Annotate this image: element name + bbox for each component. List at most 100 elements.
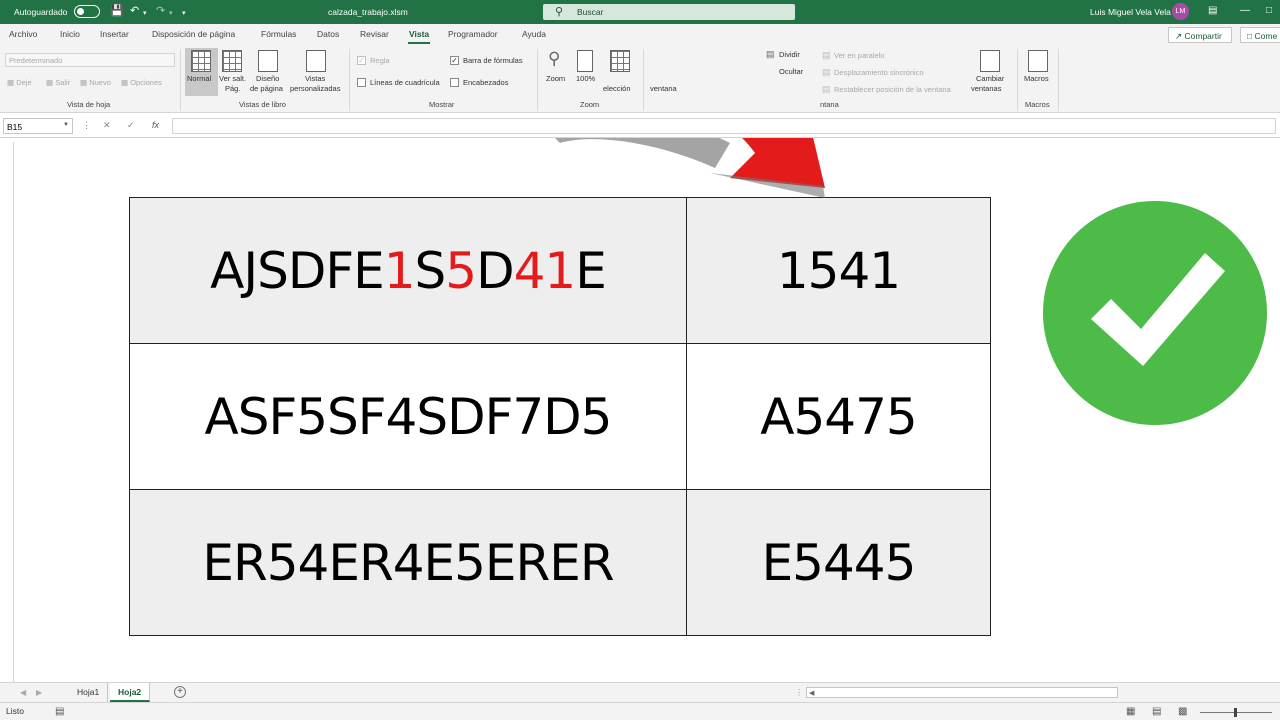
split-icon[interactable]: ▤ [766, 49, 775, 60]
page-break-icon[interactable] [222, 50, 242, 72]
highlight-digit: 1 [383, 241, 416, 300]
custom-views-label-2[interactable]: personalizadas [290, 84, 340, 93]
undo-dropdown-icon[interactable]: ▾ [143, 7, 147, 20]
sheet-tab-hoja2[interactable]: Hoja2 [110, 683, 151, 702]
name-box[interactable]: B15 ▼ [3, 118, 73, 134]
name-box-dropdown-icon[interactable]: ▼ [63, 122, 69, 128]
tab-revisar[interactable]: Revisar [360, 29, 389, 39]
ribbon-display-icon[interactable]: ▤ [1208, 5, 1217, 16]
scroll-left-icon[interactable]: ◀ [809, 689, 814, 697]
tab-split-icon[interactable]: ⋮ [795, 688, 803, 697]
formula-input[interactable] [172, 118, 1276, 134]
zoom-label[interactable]: Zoom [546, 74, 565, 83]
code-cell[interactable]: AJSDFE1S5D41E [129, 197, 687, 344]
group-label-window: ntana [820, 100, 839, 109]
keep-view-button[interactable]: ▦ Deje [7, 78, 32, 87]
redo-icon[interactable]: ↷ [156, 5, 165, 18]
side-by-side-label[interactable]: Ver en paralelo [834, 51, 884, 60]
page-layout-status-icon[interactable]: ▤ [1152, 706, 1161, 717]
sync-scroll-icon[interactable]: ▤ [822, 67, 831, 78]
tab-programador[interactable]: Programador [448, 29, 498, 39]
result-cell[interactable]: 1541 [686, 197, 991, 344]
reset-position-label[interactable]: Restablecer posición de la ventana [834, 85, 951, 94]
zoom-100-icon[interactable] [577, 50, 593, 72]
formula-bar-checkbox[interactable]: ✓ [450, 56, 459, 65]
save-icon[interactable]: 💾 [110, 5, 124, 18]
add-sheet-icon[interactable]: + [174, 686, 186, 698]
headings-checkbox[interactable] [450, 78, 459, 87]
code-cell[interactable]: ASF5SF4SDF7D5 [129, 343, 687, 490]
tab-disposicion[interactable]: Disposición de página [152, 29, 235, 39]
check-icon [1043, 201, 1267, 425]
split-label[interactable]: Dividir [779, 50, 800, 59]
horizontal-scrollbar[interactable]: ◀ [806, 687, 1118, 698]
autosave-toggle[interactable] [74, 5, 100, 18]
normal-view-label[interactable]: Normal [187, 74, 211, 83]
new-view-button[interactable]: ▦ Nuevo [80, 78, 111, 87]
insert-function-icon[interactable]: fx [152, 120, 159, 130]
custom-views-icon[interactable] [306, 50, 326, 72]
result-cell[interactable]: E5445 [686, 489, 991, 636]
page-break-label-2[interactable]: Pág. [225, 84, 240, 93]
avatar[interactable]: LM [1172, 3, 1189, 20]
hide-label[interactable]: Ocultar [779, 67, 803, 76]
custom-views-label-1[interactable]: Vistas [305, 74, 325, 83]
page-layout-label-2[interactable]: de página [250, 84, 283, 93]
search-box[interactable]: ⚲ Buscar [543, 4, 795, 20]
view-options-button[interactable]: ▦ Opciones [121, 78, 162, 87]
cancel-icon[interactable]: ✕ [103, 120, 111, 131]
worksheet[interactable]: AJSDFE1S5D41E 1541 ASF5SF4SDF7D5 A5475 E… [0, 138, 1280, 682]
tab-inicio[interactable]: Inicio [60, 29, 80, 39]
tab-formulas[interactable]: Fórmulas [261, 29, 296, 39]
enter-icon[interactable]: ✓ [127, 120, 135, 131]
user-name[interactable]: Luis Miguel Vela Vela [1090, 7, 1171, 17]
code-cell[interactable]: ER54ER4E5ERER [129, 489, 687, 636]
zoom-100-label[interactable]: 100% [576, 74, 595, 83]
zoom-icon[interactable]: ⚲ [548, 49, 560, 69]
customize-qat-icon[interactable]: ▾ [182, 7, 186, 20]
maximize-icon[interactable]: □ [1266, 5, 1272, 16]
page-break-label-1[interactable]: Ver salt. [219, 74, 246, 83]
result-cell[interactable]: A5475 [686, 343, 991, 490]
side-by-side-icon[interactable]: ▤ [822, 50, 831, 61]
macros-button-label[interactable]: Macros [1024, 74, 1049, 83]
share-button[interactable]: ↗ Compartir [1168, 27, 1232, 43]
normal-view-status-icon[interactable]: ▦ [1126, 706, 1135, 717]
sheet-view-select[interactable]: Predeterminado [5, 53, 175, 67]
macro-record-icon[interactable]: ▤ [55, 706, 64, 717]
exit-view-button[interactable]: ▦ Salir [46, 78, 70, 87]
switch-windows-icon[interactable] [980, 50, 1000, 72]
sheet-tab-hoja1[interactable]: Hoja1 [69, 683, 109, 702]
group-divider [537, 49, 538, 111]
status-text: Listo [6, 706, 24, 716]
reset-position-icon[interactable]: ▤ [822, 84, 831, 95]
ruler-checkbox[interactable]: ✓ [357, 56, 366, 65]
minimize-icon[interactable]: — [1240, 5, 1250, 16]
tab-ayuda[interactable]: Ayuda [522, 29, 546, 39]
macros-icon[interactable] [1028, 50, 1048, 72]
page-break-status-icon[interactable]: ▩ [1178, 706, 1187, 717]
tab-insertar[interactable]: Insertar [100, 29, 129, 39]
code-part: D [476, 241, 515, 300]
sync-scroll-label[interactable]: Desplazamiento sincrónico [834, 68, 924, 77]
comments-label: Come [1254, 31, 1278, 41]
status-bar: Listo ▤ ▦ ▤ ▩ [0, 702, 1280, 720]
redo-dropdown-icon[interactable]: ▾ [169, 7, 173, 20]
new-window-label[interactable]: ventana [650, 84, 677, 93]
switch-windows-label-1[interactable]: Cambiar [976, 74, 1004, 83]
comments-button[interactable]: □ Come [1240, 27, 1280, 43]
switch-windows-label-2[interactable]: ventanas [971, 84, 1001, 93]
gridlines-checkbox[interactable] [357, 78, 366, 87]
zoom-slider-thumb[interactable] [1234, 708, 1237, 717]
page-layout-label-1[interactable]: Diseño [256, 74, 279, 83]
undo-icon[interactable]: ↶ [130, 5, 139, 18]
prev-sheet-icon[interactable]: ◀ [20, 688, 26, 697]
next-sheet-icon[interactable]: ▶ [36, 688, 42, 697]
zoom-selection-icon[interactable] [610, 50, 630, 72]
tab-datos[interactable]: Datos [317, 29, 339, 39]
tab-vista[interactable]: Vista [409, 29, 429, 39]
zoom-selection-label[interactable]: elección [603, 84, 631, 93]
normal-view-icon[interactable] [191, 50, 211, 72]
page-layout-icon[interactable] [258, 50, 278, 72]
tab-archivo[interactable]: Archivo [9, 29, 37, 39]
